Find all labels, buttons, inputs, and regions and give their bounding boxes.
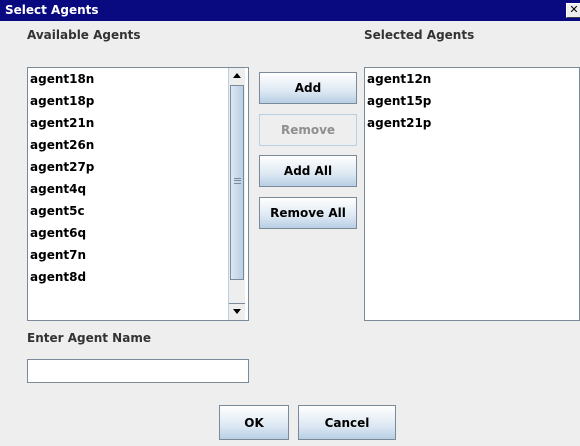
list-item[interactable]: agent21n bbox=[28, 112, 227, 134]
cancel-button[interactable]: Cancel bbox=[298, 405, 396, 440]
close-icon: ✕ bbox=[569, 3, 579, 16]
list-item[interactable]: agent27p bbox=[28, 156, 227, 178]
add-all-button[interactable]: Add All bbox=[259, 155, 357, 187]
list-item[interactable]: agent26n bbox=[28, 134, 227, 156]
scroll-up-icon[interactable] bbox=[229, 68, 245, 84]
available-agents-label: Available Agents bbox=[27, 28, 141, 42]
selected-agents-label: Selected Agents bbox=[364, 28, 475, 42]
window-title: Select Agents bbox=[5, 3, 99, 17]
ok-button[interactable]: OK bbox=[219, 405, 289, 440]
list-item[interactable]: agent21p bbox=[365, 112, 575, 134]
list-item[interactable]: agent5c bbox=[28, 200, 227, 222]
list-item[interactable]: agent6q bbox=[28, 222, 227, 244]
list-item[interactable]: agent15p bbox=[365, 90, 575, 112]
grip-icon bbox=[234, 178, 241, 184]
available-list-scrollbar[interactable] bbox=[228, 68, 245, 320]
close-button[interactable]: ✕ bbox=[566, 3, 580, 18]
add-button[interactable]: Add bbox=[259, 72, 357, 104]
list-item[interactable]: agent18p bbox=[28, 90, 227, 112]
selected-agents-list[interactable]: agent12n agent15p agent21p bbox=[364, 67, 580, 321]
agent-name-label: Enter Agent Name bbox=[27, 331, 151, 345]
scroll-down-icon[interactable] bbox=[229, 303, 245, 320]
list-item[interactable]: agent7n bbox=[28, 244, 227, 266]
available-agents-list[interactable]: agent18n agent18p agent21n agent26n agen… bbox=[27, 67, 249, 321]
agent-name-input[interactable] bbox=[27, 359, 249, 383]
list-item[interactable]: agent12n bbox=[365, 68, 575, 90]
remove-all-button[interactable]: Remove All bbox=[259, 197, 357, 229]
remove-button[interactable]: Remove bbox=[259, 114, 357, 146]
list-item[interactable]: agent8d bbox=[28, 266, 227, 288]
list-item[interactable]: agent18n bbox=[28, 68, 227, 90]
title-bar: Select Agents ✕ bbox=[0, 0, 580, 21]
scroll-thumb[interactable] bbox=[230, 85, 244, 280]
list-item[interactable]: agent4q bbox=[28, 178, 227, 200]
select-agents-dialog: Select Agents ✕ Available Agents agent18… bbox=[0, 0, 580, 446]
